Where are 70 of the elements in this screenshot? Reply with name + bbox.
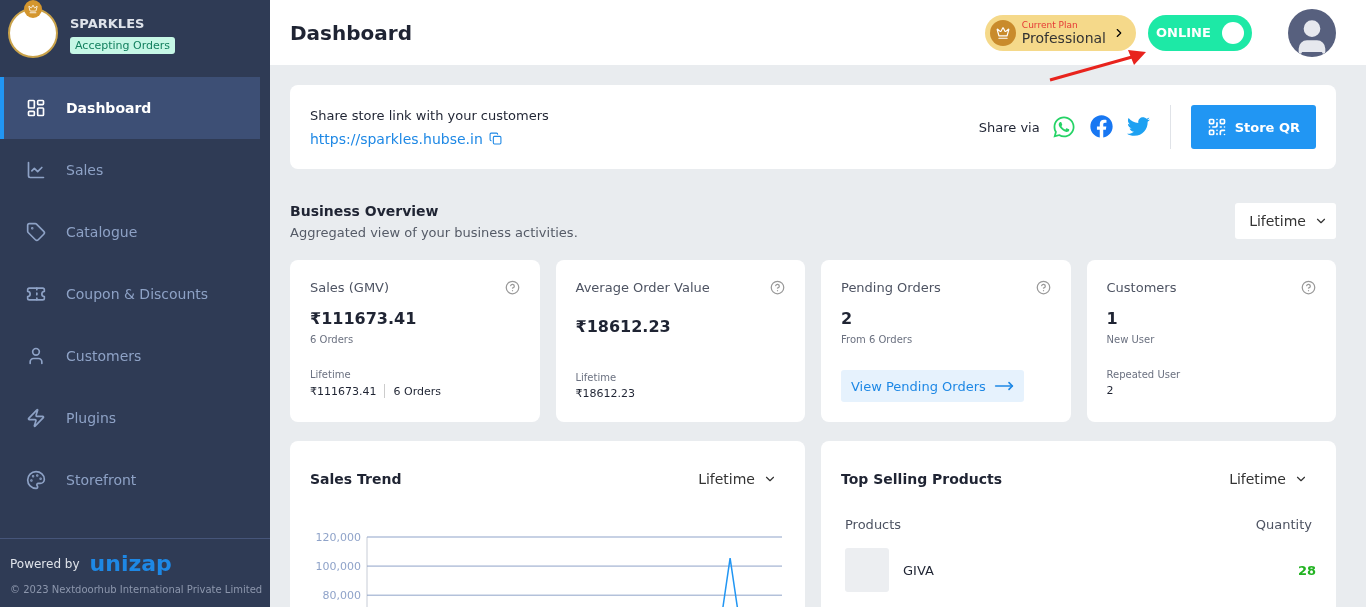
axis-tick-label: 120,000 [315, 531, 361, 544]
twitter-icon[interactable] [1126, 115, 1150, 138]
chart-icon [26, 160, 46, 180]
axis-tick-label: 100,000 [315, 560, 361, 574]
card-title: Sales Trend [310, 471, 402, 487]
stat-foot-value: 6 Orders [393, 384, 441, 398]
powered-by-text: Powered by [10, 556, 80, 571]
column-header: Quantity [1255, 517, 1312, 532]
period-dropdown[interactable]: Lifetime [684, 461, 785, 497]
stat-value: ₹111673.41 [310, 309, 418, 328]
stat-foot-label: Lifetime [575, 372, 618, 383]
stat-foot-value: 2 [1106, 384, 1114, 397]
help-icon[interactable] [504, 280, 520, 295]
copyright-text: © 2023 Nextdoorhub International Private Limited [10, 584, 260, 595]
product-name: GIVA [903, 562, 935, 578]
crown-icon [989, 19, 1016, 46]
period-dropdown[interactable]: Lifetime [1215, 461, 1316, 497]
help-icon[interactable] [1301, 280, 1316, 295]
view-pending-orders-button[interactable]: View Pending Orders [841, 370, 1024, 402]
product-quantity: 28 [1297, 562, 1316, 578]
store-link[interactable]: https://sparkles.hubse.in [310, 130, 483, 147]
status-badge: Accepting Orders [70, 37, 175, 54]
qr-code-icon [1206, 117, 1227, 137]
user-icon [26, 346, 46, 366]
lightning-icon [26, 408, 46, 428]
store-qr-button[interactable]: Store QR [1190, 105, 1316, 149]
brand-logo: unizap [89, 551, 172, 576]
stat-subtext: From 6 Orders [841, 334, 914, 345]
stat-title: Customers [1106, 280, 1177, 295]
help-icon[interactable] [1035, 280, 1051, 295]
card-title: Top Selling Products [841, 471, 1003, 487]
palette-icon [26, 470, 46, 490]
sidebar-item[interactable]: Dashboard [0, 77, 260, 139]
sales-line [720, 557, 740, 607]
stat-title: Sales (GMV) [310, 280, 390, 295]
sidebar-item[interactable]: Storefront [0, 449, 260, 511]
section-subtitle: Aggregated view of your business activities. [290, 225, 578, 240]
whatsapp-icon[interactable] [1051, 115, 1076, 139]
sidebar-item[interactable]: Catalogue [0, 201, 260, 263]
ticket-icon [26, 284, 46, 304]
current-plan-button[interactable]: Current Plan Professional [984, 14, 1136, 51]
stat-value: 2 [841, 309, 854, 328]
section-title: Business Overview [290, 203, 440, 219]
share-title: Share store link with your customers [310, 107, 550, 123]
tag-icon [26, 222, 46, 242]
store-name: SPARKLES [70, 16, 146, 31]
stat-subtext: 6 Orders [310, 334, 355, 345]
stat-value: ₹18612.23 [575, 317, 672, 336]
stat-subtext: New User [1106, 334, 1156, 345]
help-icon[interactable] [770, 280, 785, 295]
sidebar-item[interactable]: Coupon & Discounts [0, 263, 260, 325]
share-via-label: Share via [978, 119, 1040, 135]
stat-title: Pending Orders [841, 280, 941, 295]
page-title: Dashboard [290, 20, 413, 45]
copy-icon[interactable] [488, 132, 502, 145]
avatar [1288, 8, 1336, 57]
sidebar-item[interactable]: Sales [0, 139, 260, 201]
stat-foot-label: Lifetime [310, 369, 352, 380]
period-dropdown[interactable]: Lifetime [1235, 203, 1336, 239]
stat-foot-value: ₹111673.41 [310, 384, 377, 398]
stat-value: 1 [1106, 309, 1119, 328]
stat-foot-label: Repeated User [1106, 369, 1182, 380]
axis-tick-label: 80,000 [322, 589, 361, 603]
stat-foot-value: ₹18612.23 [575, 387, 635, 400]
facebook-icon[interactable] [1089, 115, 1113, 138]
sidebar-item[interactable]: Customers [0, 325, 260, 387]
sidebar-item[interactable]: Plugins [0, 387, 260, 449]
dashboard-icon [26, 98, 46, 118]
stat-title: Average Order Value [575, 280, 710, 295]
column-header: Products [845, 517, 902, 532]
